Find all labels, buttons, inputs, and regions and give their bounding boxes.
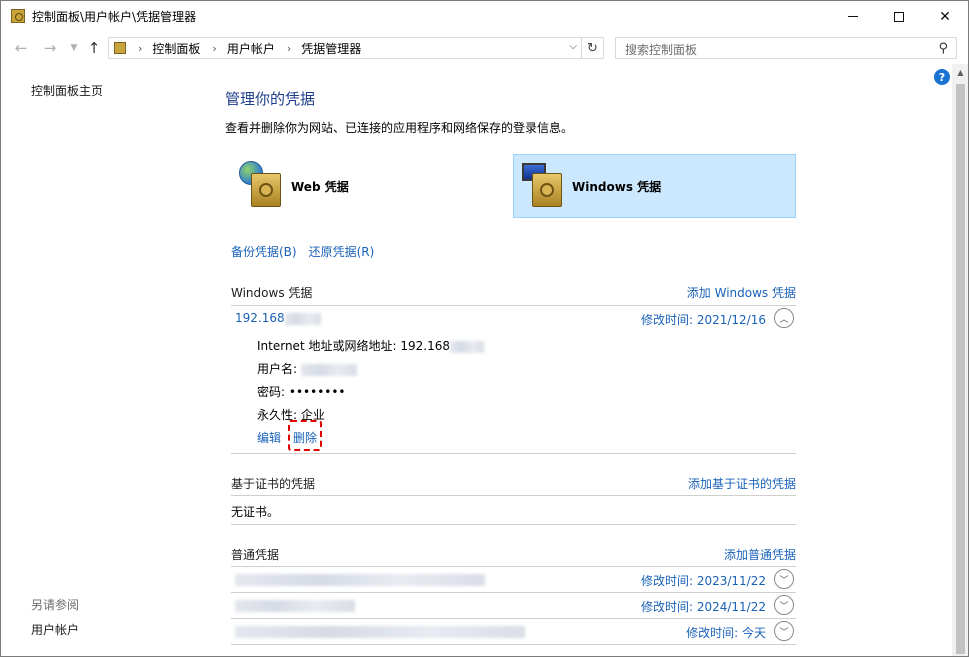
web-vault-icon xyxy=(239,161,285,211)
address-detail: Internet 地址或网络地址: 192.168 xyxy=(257,337,484,354)
username-detail: 用户名: xyxy=(257,360,357,377)
divider xyxy=(231,453,796,454)
scroll-thumb[interactable] xyxy=(956,84,965,654)
restore-credentials-link[interactable]: 还原凭据(R) xyxy=(309,243,375,260)
chevron-down-icon[interactable]: ﹀ xyxy=(774,595,794,615)
add-windows-credential-link[interactable]: 添加 Windows 凭据 xyxy=(687,284,796,301)
divider xyxy=(231,524,796,525)
credential-name xyxy=(235,598,355,612)
credential-modified: 修改时间: 2023/11/22 xyxy=(640,574,766,588)
chevron-right-icon: › xyxy=(138,41,143,55)
navigation-bar: ← → ▼ ↑ › 控制面板 › 用户帐户 › 凭据管理器 ⌵ ↻ 搜索控制面板… xyxy=(1,32,968,64)
windows-credentials-label: Windows 凭据 xyxy=(572,179,662,194)
breadcrumb-user-accounts[interactable]: 用户帐户 xyxy=(227,40,275,57)
certificate-section-title: 基于证书的凭据 xyxy=(231,477,316,491)
chevron-right-icon[interactable]: › xyxy=(287,42,291,55)
control-panel-home-link[interactable]: 控制面板主页 xyxy=(31,82,103,99)
close-button[interactable]: ✕ xyxy=(922,1,968,32)
close-icon: ✕ xyxy=(939,8,951,25)
chevron-down-icon[interactable]: ﹀ xyxy=(774,621,794,641)
chevron-up-icon[interactable]: ︿ xyxy=(774,308,794,328)
no-certificates-text: 无证书。 xyxy=(231,505,280,519)
credential-modified: 修改时间: 2024/11/22 xyxy=(640,600,766,614)
see-also-label: 另请参阅 xyxy=(31,598,80,612)
add-generic-credential-link[interactable]: 添加普通凭据 xyxy=(724,546,796,563)
generic-credential-row[interactable]: 修改时间: 2023/11/22 ﹀ xyxy=(231,568,796,592)
windows-credential-row[interactable]: 192.168 修改时间: 2021/12/16 ︿ xyxy=(231,307,796,331)
divider xyxy=(231,592,796,593)
credential-name: 192.168 xyxy=(235,311,321,325)
redacted-text xyxy=(300,363,357,376)
search-placeholder: 搜索控制面板 xyxy=(625,43,698,57)
backup-restore-links: 备份凭据(B) 还原凭据(R) xyxy=(231,243,374,260)
window: 控制面板\用户帐户\凭据管理器 ✕ ← → ▼ ↑ › 控制面板 › 用户帐户 … xyxy=(0,0,969,657)
web-credentials-tile[interactable]: Web 凭据 xyxy=(233,154,508,218)
password-detail: 密码: •••••••• xyxy=(257,385,346,399)
help-icon[interactable]: ? xyxy=(934,69,950,85)
windows-credentials-section-title: Windows 凭据 xyxy=(231,286,313,300)
vertical-scrollbar[interactable]: ▲ xyxy=(952,64,968,656)
title-bar: 控制面板\用户帐户\凭据管理器 ✕ xyxy=(1,1,968,32)
credential-name xyxy=(235,624,525,638)
search-box[interactable]: 搜索控制面板 ⚲ xyxy=(615,37,957,59)
refresh-button[interactable]: ↻ xyxy=(581,38,603,58)
divider xyxy=(231,495,796,496)
address-bar[interactable]: › 控制面板 › 用户帐户 › 凭据管理器 ⌵ ↻ xyxy=(108,37,604,59)
redacted-text xyxy=(449,340,484,353)
windows-credentials-header: Windows 凭据 添加 Windows 凭据 xyxy=(231,284,796,301)
page-description: 查看并删除你为网站、已连接的应用程序和网络保存的登录信息。 xyxy=(225,121,574,135)
credential-manager-icon xyxy=(11,9,25,23)
maximize-button[interactable] xyxy=(876,1,922,32)
divider xyxy=(231,305,796,306)
add-certificate-credential-link[interactable]: 添加基于证书的凭据 xyxy=(688,475,796,492)
certificate-credentials-header: 基于证书的凭据 添加基于证书的凭据 xyxy=(231,475,796,492)
control-panel-icon xyxy=(114,42,126,54)
page-title: 管理你的凭据 xyxy=(225,90,316,108)
generic-credential-row[interactable]: 修改时间: 今天 ﹀ xyxy=(231,620,796,644)
chevron-right-icon[interactable]: › xyxy=(212,42,216,55)
divider xyxy=(231,618,796,619)
minimize-icon xyxy=(848,16,858,17)
breadcrumb-control-panel[interactable]: 控制面板 xyxy=(152,40,200,57)
credential-name xyxy=(235,572,485,586)
main-content: 管理你的凭据 查看并删除你为网站、已连接的应用程序和网络保存的登录信息。 Web… xyxy=(211,64,951,656)
generic-section-title: 普通凭据 xyxy=(231,548,280,562)
credential-modified: 修改时间: 今天 xyxy=(686,626,766,640)
back-button[interactable]: ← xyxy=(12,38,30,58)
divider xyxy=(231,644,796,645)
chevron-down-icon[interactable]: ⌵ xyxy=(569,41,577,52)
redacted-text xyxy=(284,312,321,325)
window-title: 控制面板\用户帐户\凭据管理器 xyxy=(32,10,197,24)
user-accounts-link[interactable]: 用户帐户 xyxy=(31,621,79,638)
minimize-button[interactable] xyxy=(830,1,876,32)
divider xyxy=(231,566,796,567)
web-credentials-label: Web 凭据 xyxy=(291,179,349,194)
backup-credentials-link[interactable]: 备份凭据(B) xyxy=(231,243,297,260)
generic-credentials-header: 普通凭据 添加普通凭据 xyxy=(231,546,796,563)
search-icon[interactable]: ⚲ xyxy=(938,41,948,56)
forward-button[interactable]: → xyxy=(41,38,59,58)
refresh-icon: ↻ xyxy=(587,40,598,56)
windows-credentials-tile[interactable]: Windows 凭据 xyxy=(513,154,796,218)
left-pane: 控制面板主页 另请参阅 用户帐户 xyxy=(1,64,211,656)
chevron-down-icon[interactable]: ﹀ xyxy=(774,569,794,589)
recent-locations-button[interactable]: ▼ xyxy=(65,38,83,58)
redacted-text xyxy=(235,573,485,586)
generic-credential-row[interactable]: 修改时间: 2024/11/22 ﹀ xyxy=(231,594,796,618)
up-button[interactable]: ↑ xyxy=(85,38,103,58)
delete-highlight-box xyxy=(288,420,322,451)
windows-vault-icon xyxy=(520,161,566,211)
breadcrumb-credential-manager[interactable]: 凭据管理器 xyxy=(301,40,361,57)
maximize-icon xyxy=(894,11,904,22)
credential-modified: 修改时间: 2021/12/16 xyxy=(640,313,766,327)
scroll-up-icon[interactable]: ▲ xyxy=(952,68,968,77)
redacted-text xyxy=(235,625,525,638)
redacted-text xyxy=(235,599,355,612)
edit-credential-link[interactable]: 编辑 xyxy=(257,429,281,446)
